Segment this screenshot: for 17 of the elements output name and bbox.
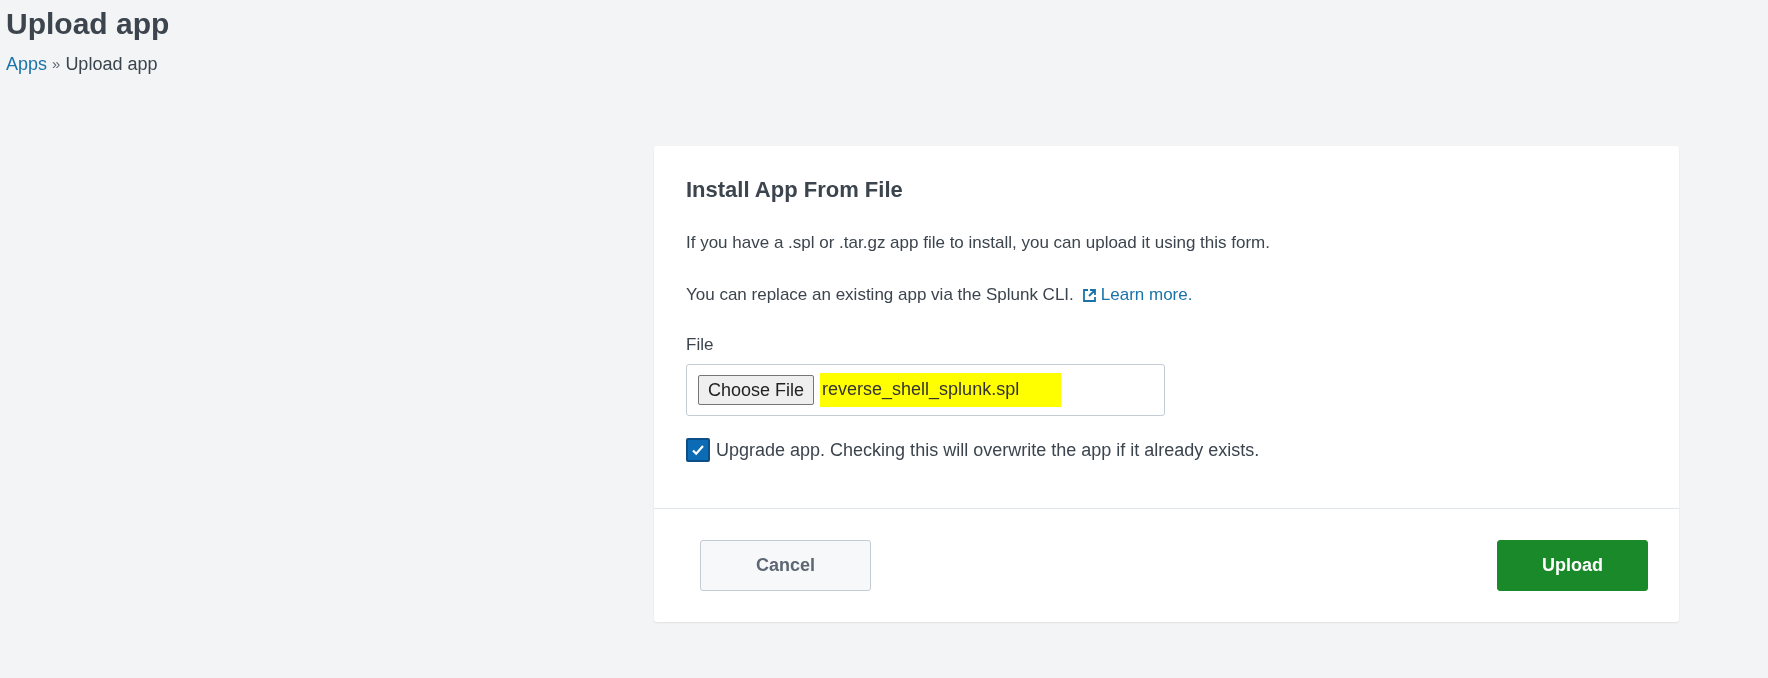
- choose-file-button[interactable]: Choose File: [698, 375, 815, 405]
- cancel-button[interactable]: Cancel: [700, 540, 871, 591]
- file-name: reverse_shell_splunk.spl: [820, 373, 1062, 407]
- page-title: Upload app: [6, 6, 171, 42]
- upgrade-label: Upgrade app. Checking this will overwrite the app if it already exists.: [716, 439, 1260, 461]
- description-text: If you have a .spl or .tar.gz app file to install, you can upload it using this form.: [686, 232, 1271, 254]
- upload-button[interactable]: Upload: [1497, 540, 1648, 591]
- external-link-icon: [1081, 287, 1097, 303]
- upgrade-checkbox[interactable]: [686, 438, 710, 462]
- breadcrumb-link[interactable]: Apps: [6, 53, 48, 75]
- learn-more-link[interactable]: Learn more.: [1081, 284, 1193, 306]
- breadcrumb-separator: »: [52, 54, 61, 74]
- replace-note: You can replace an existing app via the Splunk CLI.: [686, 284, 1074, 306]
- breadcrumb-current: Upload app: [65, 53, 158, 75]
- file-label: File: [686, 334, 715, 356]
- card-title: Install App From File: [686, 176, 904, 204]
- file-input[interactable]: Choose File reverse_shell_splunk.spl: [686, 364, 1165, 416]
